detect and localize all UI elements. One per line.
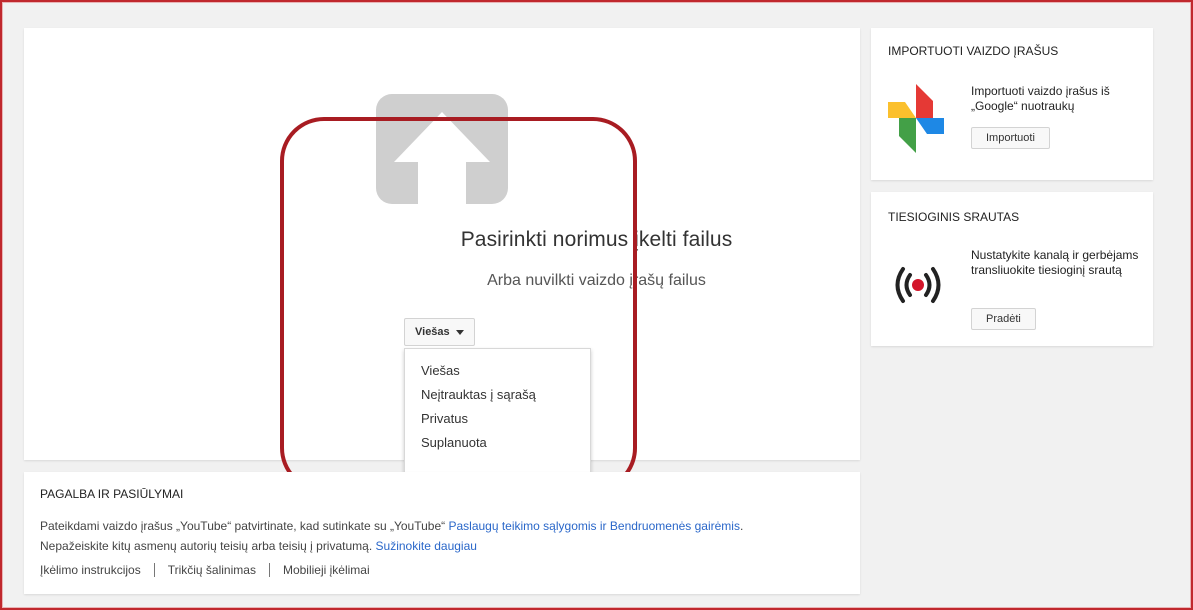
help-and-text: ir [599,519,607,533]
live-text: Nustatykite kanalą ir gerbėjams transliu… [971,248,1139,277]
help-title: PAGALBA IR PASIŪLYMAI [40,487,184,501]
help-terms-text: Pateikdami vaizdo įrašus „YouTube“ patvi… [40,519,446,533]
import-text: Importuoti vaizdo įrašus iš „Google“ nuo… [971,84,1110,113]
help-text: Pateikdami vaizdo įrašus „YouTube“ patvi… [40,519,744,553]
privacy-selected-label: Viešas [415,326,450,338]
import-title: IMPORTUOTI VAIZDO ĮRAŠUS [888,44,1059,58]
privacy-option-private[interactable]: Privatus [405,407,590,431]
community-guidelines-link[interactable]: Bendruomenės gairėmis [610,519,740,533]
help-copyright-text: Nepažeiskite kitų asmenų autorių teisių … [40,539,373,553]
divider [268,563,270,577]
privacy-option-unlisted[interactable]: Neįtrauktas į sąrašą [405,383,590,407]
divider [153,563,155,577]
troubleshooting-link[interactable]: Trikčių šalinimas [168,563,256,577]
help-links: Įkėlimo instrukcijos Trikčių šalinimas M… [40,563,370,577]
start-live-button[interactable]: Pradėti [971,308,1036,330]
privacy-dropdown-menu: Viešas Neįtrauktas į sąrašą Privatus Sup… [404,348,591,479]
upload-instructions-link[interactable]: Įkėlimo instrukcijos [40,563,141,577]
upload-arrow-icon[interactable] [376,94,508,204]
live-broadcast-icon [895,267,941,303]
terms-of-service-link[interactable]: Paslaugų teikimo sąlygomis [448,519,596,533]
caret-down-icon [455,329,464,335]
import-button[interactable]: Importuoti [971,127,1050,149]
privacy-dropdown-button[interactable]: Viešas [404,318,475,346]
privacy-option-public[interactable]: Viešas [405,359,590,383]
google-photos-pinwheel-icon [888,84,944,153]
mobile-uploads-link[interactable]: Mobilieji įkėlimai [283,563,370,577]
privacy-option-scheduled[interactable]: Suplanuota [405,431,590,455]
live-title: TIESIOGINIS SRAUTAS [888,210,1020,224]
learn-more-link[interactable]: Sužinokite daugiau [376,539,477,553]
